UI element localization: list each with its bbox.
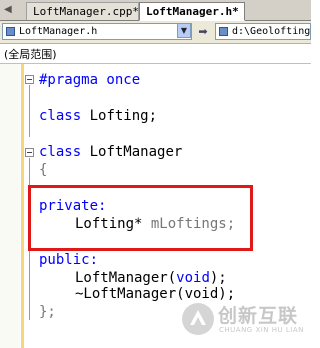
editor-margin [0,64,20,348]
file-combo-dropdown-icon[interactable]: ▼ [177,23,191,38]
file-combo[interactable]: LoftManager.h [2,23,192,40]
code-text: ); [209,270,227,286]
logo-icon [182,303,214,335]
keyword: class [39,108,82,124]
close-brace-line: }; [39,304,56,320]
fold-guide [29,85,30,137]
file-combo-value: LoftManager.h [19,26,98,37]
watermark-subtitle: CHUANG XIN HU LIAN [219,326,304,334]
forward-declaration-line: class Lofting; [39,108,157,124]
class-icon [6,27,15,36]
highlight-box [28,185,253,251]
watermark-logo: 创新互联 CHUANG XIN HU LIAN [178,295,308,343]
path-combo[interactable]: d:\Geolofting [215,23,311,40]
sync-arrow-icon[interactable]: ➡ [196,25,210,39]
keyword: void [176,270,210,286]
tab-scroll-icon[interactable]: ◀ [4,4,18,17]
code-text: Lofting; [81,108,158,124]
method-icon [219,27,228,36]
class-declaration-line: class LoftManager [39,144,182,160]
watermark-brand: 创新互联 [218,305,299,327]
navigation-bar: LoftManager.h ▼ ➡ d:\Geolofting [0,21,311,44]
change-bar [21,64,24,348]
tab-loftmanager-cpp[interactable]: LoftManager.cpp* [26,2,139,20]
tab-strip: ◀ LoftManager.cpp* LoftManager.h* [0,0,311,21]
code-text: LoftManager [81,144,183,160]
keyword: class [39,144,82,160]
tab-loftmanager-h[interactable]: LoftManager.h* [139,2,245,21]
scope-label: (全局范围) [4,48,57,61]
path-combo-value: d:\Geolofting [232,26,311,37]
fold-toggle-icon[interactable] [25,75,34,84]
fold-toggle-icon[interactable] [25,148,34,157]
pragma-line: #pragma once [39,72,141,88]
public-access-line: public: [39,252,99,268]
open-brace-line: { [39,162,48,178]
scope-bar[interactable]: (全局范围) [0,44,311,64]
code-text: LoftManager( [75,270,177,286]
constructor-line: LoftManager(void); [75,270,227,286]
